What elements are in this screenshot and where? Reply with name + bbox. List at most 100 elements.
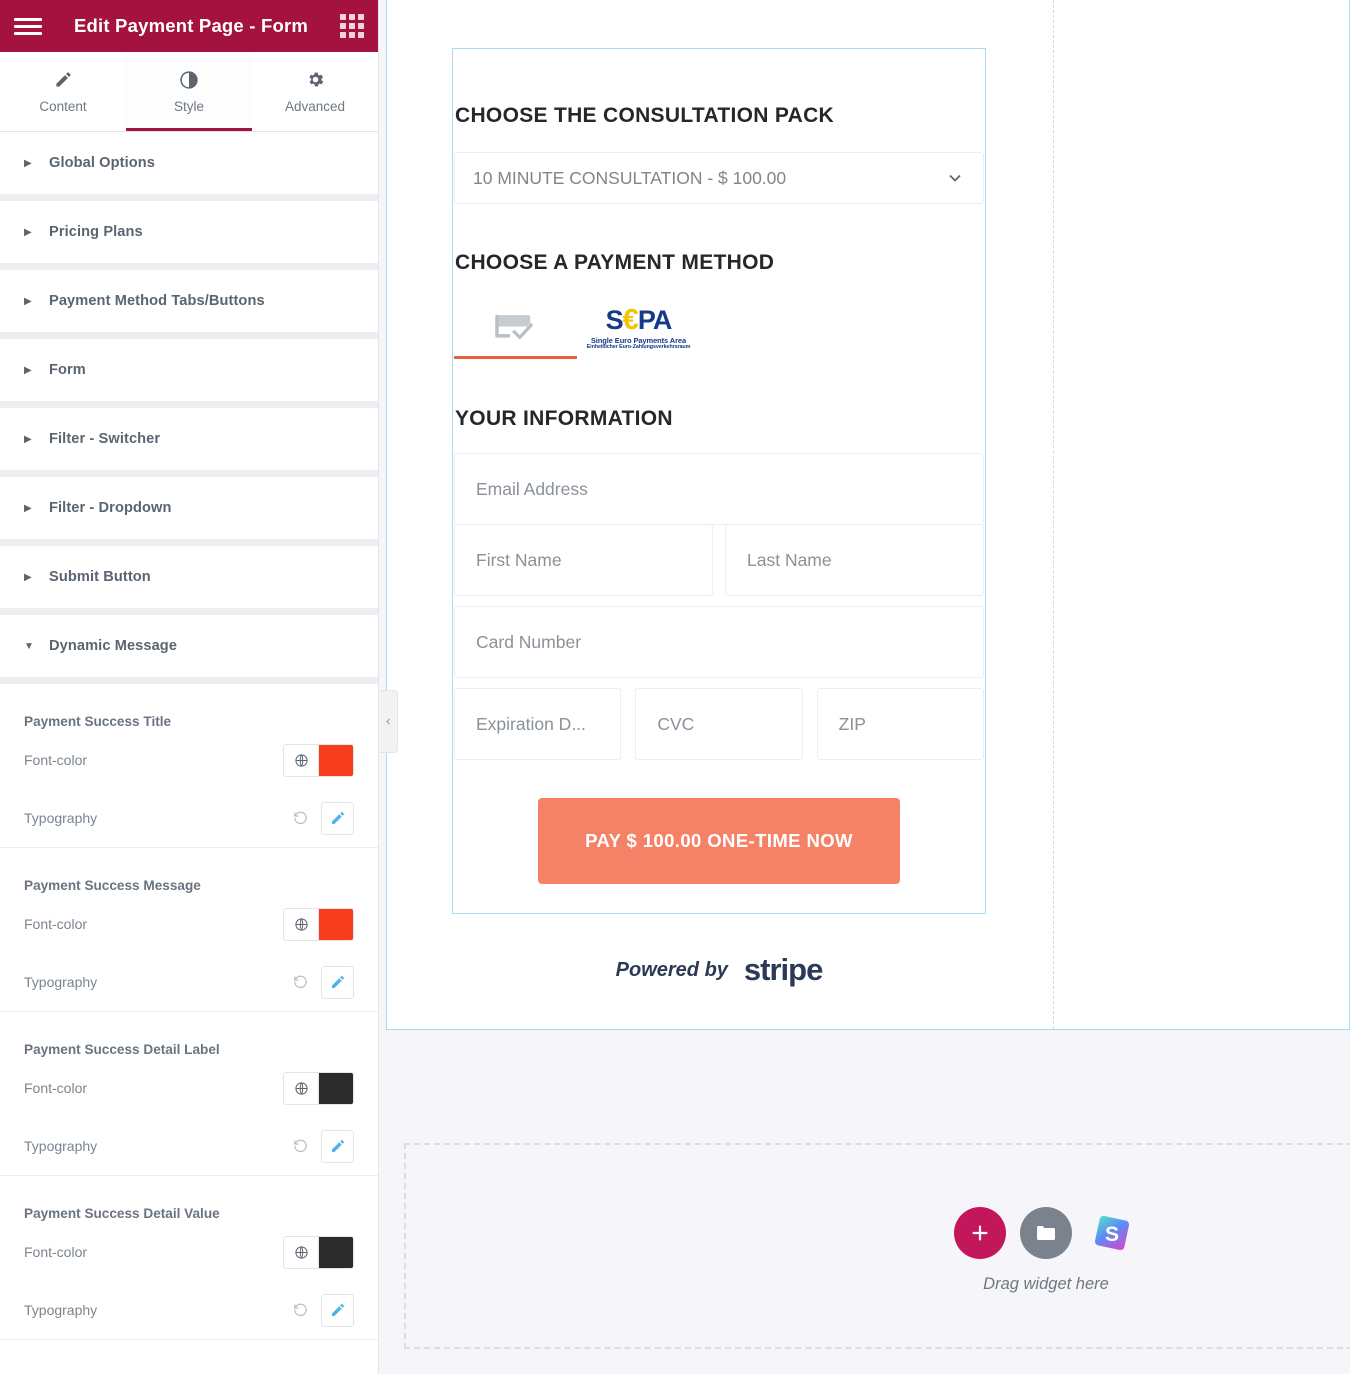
- style-panel: Edit Payment Page - Form Content Style A…: [0, 0, 379, 1374]
- dropzone-buttons: S: [954, 1207, 1138, 1259]
- section-global-options[interactable]: ▶ Global Options: [0, 132, 378, 201]
- tab-style[interactable]: Style: [126, 52, 252, 131]
- editor-canvas: CHOOSE THE CONSULTATION PACK 10 MINUTE C…: [379, 0, 1350, 1374]
- color-swatch[interactable]: [319, 908, 353, 940]
- reset-icon[interactable]: [290, 808, 310, 828]
- group-title: Payment Success Detail Label: [24, 1042, 220, 1057]
- section-submit-button[interactable]: ▶ Submit Button: [0, 546, 378, 615]
- font-color-row: Font-color: [24, 895, 354, 953]
- powered-by-label: Powered by: [615, 958, 728, 981]
- consultation-pack-section: CHOOSE THE CONSULTATION PACK 10 MINUTE C…: [454, 49, 984, 204]
- grid-icon[interactable]: [340, 14, 364, 38]
- caret-right-icon: ▶: [24, 364, 32, 376]
- panel-tabs: Content Style Advanced: [0, 52, 378, 132]
- typography-label: Typography: [24, 1302, 98, 1318]
- section-label: Global Options: [49, 155, 155, 171]
- hamburger-icon[interactable]: [14, 17, 42, 35]
- tab-advanced-label: Advanced: [284, 98, 346, 114]
- stripe-template-button[interactable]: S: [1086, 1207, 1138, 1259]
- section-filter-switcher[interactable]: ▶ Filter - Switcher: [0, 408, 378, 477]
- typography-edit-button[interactable]: [321, 1293, 354, 1327]
- widget-dropzone[interactable]: S Drag widget here: [404, 1143, 1350, 1349]
- reset-icon[interactable]: [290, 1136, 310, 1156]
- section-payment-method-tabs[interactable]: ▶ Payment Method Tabs/Buttons: [0, 270, 378, 339]
- globe-icon[interactable]: [284, 1072, 319, 1104]
- tab-content-label: Content: [39, 98, 87, 114]
- add-template-button[interactable]: [1020, 1207, 1072, 1259]
- payment-method-card[interactable]: [454, 297, 577, 359]
- tab-content[interactable]: Content: [0, 52, 126, 131]
- color-control[interactable]: [283, 1235, 354, 1269]
- tab-advanced[interactable]: Advanced: [252, 52, 378, 131]
- card-number-field[interactable]: Card Number: [454, 606, 984, 678]
- add-widget-button[interactable]: [954, 1207, 1006, 1259]
- typography-row: Typography: [24, 1281, 354, 1339]
- caret-right-icon: ▶: [24, 226, 32, 238]
- payment-form-widget: CHOOSE THE CONSULTATION PACK 10 MINUTE C…: [452, 48, 986, 914]
- section-pricing-plans[interactable]: ▶ Pricing Plans: [0, 201, 378, 270]
- cvc-field[interactable]: CVC: [635, 688, 803, 760]
- sepa-mark-right: PA: [637, 304, 673, 335]
- typography-label: Typography: [24, 974, 98, 990]
- reset-icon[interactable]: [290, 972, 310, 992]
- color-swatch[interactable]: [319, 744, 353, 776]
- typography-row: Typography: [24, 1117, 354, 1175]
- pack-heading: CHOOSE THE CONSULTATION PACK: [455, 104, 835, 127]
- typography-row: Typography: [24, 789, 354, 847]
- color-control[interactable]: [283, 1071, 354, 1105]
- color-control[interactable]: [283, 907, 354, 941]
- control-group-payment-success-title: Payment Success Title Font-color Typogra…: [0, 684, 378, 848]
- globe-icon[interactable]: [284, 744, 319, 776]
- caret-right-icon: ▶: [24, 433, 32, 445]
- font-color-row: Font-color: [24, 731, 354, 789]
- email-field[interactable]: Email Address: [454, 453, 984, 525]
- group-title: Payment Success Detail Value: [24, 1206, 220, 1221]
- color-control[interactable]: [283, 743, 354, 777]
- font-color-label: Font-color: [24, 1244, 88, 1260]
- panel-header: Edit Payment Page - Form: [0, 0, 378, 52]
- panel-collapse-handle[interactable]: [379, 690, 398, 753]
- sepa-logo: S € PA Single Euro Payments Area Einheitli…: [586, 303, 691, 351]
- typography-label: Typography: [24, 810, 98, 826]
- section-filter-dropdown[interactable]: ▶ Filter - Dropdown: [0, 477, 378, 546]
- sepa-mark-left: S: [605, 304, 624, 335]
- pencil-icon: [53, 70, 73, 90]
- section-form[interactable]: ▶ Form: [0, 339, 378, 408]
- preview-section: CHOOSE THE CONSULTATION PACK 10 MINUTE C…: [386, 0, 1350, 1030]
- color-swatch[interactable]: [319, 1236, 353, 1268]
- typography-edit-button[interactable]: [321, 1129, 354, 1163]
- globe-icon[interactable]: [284, 908, 319, 940]
- zip-field[interactable]: ZIP: [816, 688, 984, 760]
- sepa-euro-symbol: €: [622, 303, 639, 336]
- payment-method-sepa[interactable]: S € PA Single Euro Payments Area Einheitli…: [577, 297, 700, 359]
- expiration-date-field[interactable]: Expiration D...: [454, 688, 622, 760]
- color-swatch[interactable]: [319, 1072, 353, 1104]
- font-color-label: Font-color: [24, 752, 88, 768]
- font-color-label: Font-color: [24, 1080, 88, 1096]
- section-dynamic-message[interactable]: ▼ Dynamic Message: [0, 615, 378, 684]
- group-title: Payment Success Title: [24, 714, 172, 729]
- consultation-pack-select[interactable]: 10 MINUTE CONSULTATION - $ 100.00: [454, 152, 984, 204]
- method-heading: CHOOSE A PAYMENT METHOD: [455, 251, 775, 274]
- control-group-payment-success-detail-label: Payment Success Detail Label Font-color …: [0, 1012, 378, 1176]
- reset-icon[interactable]: [290, 1300, 310, 1320]
- typography-edit-button[interactable]: [321, 965, 354, 999]
- plus-icon: [972, 1225, 988, 1241]
- pay-submit-button[interactable]: PAY $ 100.00 ONE-TIME NOW: [538, 798, 900, 884]
- column-divider: [1053, 0, 1054, 1029]
- svg-text:S: S: [1105, 1223, 1119, 1246]
- consultation-pack-value: 10 MINUTE CONSULTATION - $ 100.00: [473, 167, 787, 188]
- caret-right-icon: ▶: [24, 295, 32, 307]
- sepa-line-2: Einheitlicher Euro-Zahlungsverkehrsraum: [586, 344, 691, 351]
- section-label: Submit Button: [49, 569, 151, 585]
- stripe-footer: Powered by stripe: [452, 952, 986, 988]
- tab-style-label: Style: [173, 98, 204, 114]
- typography-row: Typography: [24, 953, 354, 1011]
- contrast-icon: [179, 70, 199, 90]
- last-name-field[interactable]: Last Name: [725, 524, 984, 596]
- first-name-field[interactable]: First Name: [454, 524, 713, 596]
- typography-edit-button[interactable]: [321, 801, 354, 835]
- your-information-section: YOUR INFORMATION Email Address First Nam…: [454, 359, 984, 884]
- chevron-down-icon: [945, 168, 965, 188]
- globe-icon[interactable]: [284, 1236, 319, 1268]
